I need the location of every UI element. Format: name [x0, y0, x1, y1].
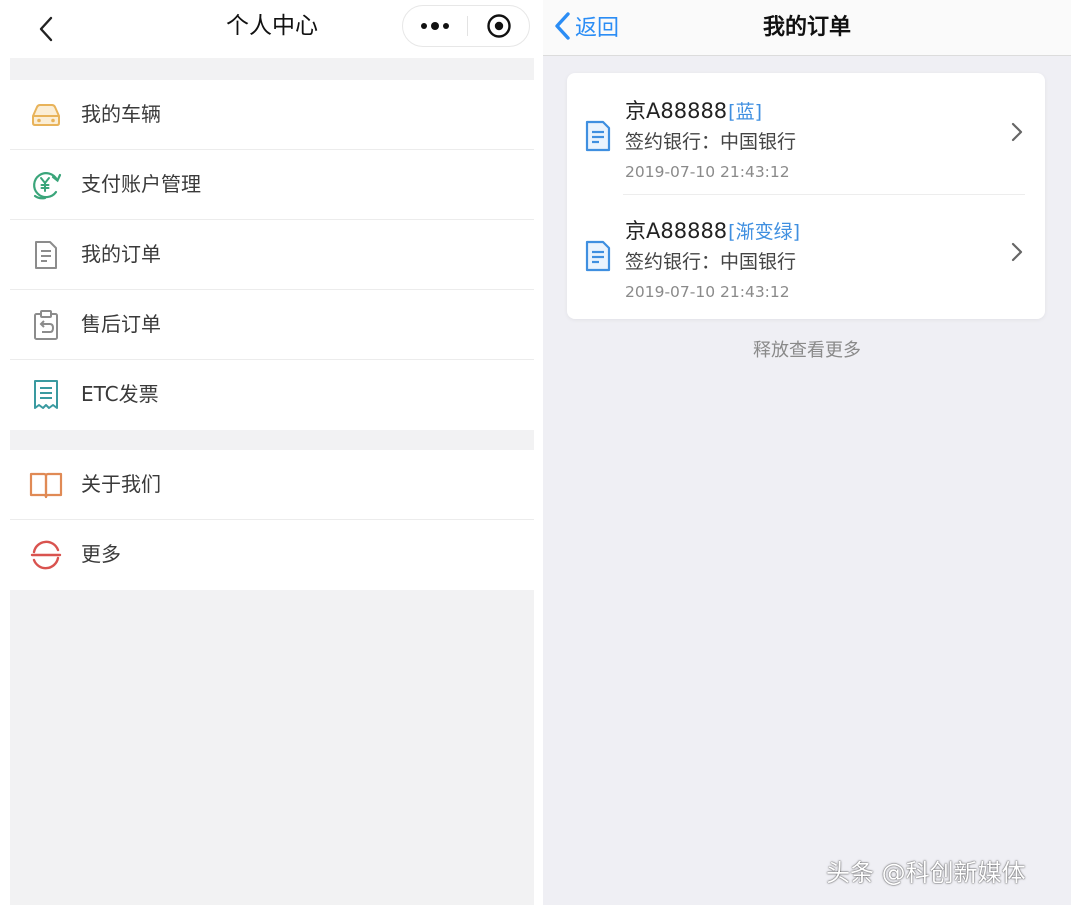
nav-bar: 返回 我的订单	[543, 0, 1071, 56]
chevron-left-icon	[555, 12, 570, 40]
personal-center-screen: 个人中心 我的车辆 支付账户管理 我的订单 售后订单 ETC发票 关于我们 更多	[10, 0, 534, 905]
target-close-icon	[487, 14, 511, 38]
nav-bar: 个人中心	[10, 0, 534, 58]
document-icon	[28, 237, 64, 273]
back-label: 返回	[575, 16, 620, 41]
my-orders-screen: 返回 我的订单 京A88888[蓝] 签约银行：中国银行 2019-07-10 …	[543, 0, 1071, 905]
receipt-icon	[28, 377, 64, 413]
miniprogram-capsule	[402, 5, 530, 47]
order-list-item[interactable]: 京A88888[蓝] 签约银行：中国银行 2019-07-10 21:43:12	[567, 73, 1045, 191]
plate-color-tag: [渐变绿]	[728, 221, 800, 243]
order-time: 2019-07-10 21:43:12	[625, 163, 790, 181]
more-dots-icon	[421, 22, 449, 30]
clipboard-return-icon	[28, 307, 64, 343]
plate-text: 京A88888	[625, 219, 728, 243]
menu-item-label: 更多	[81, 542, 121, 566]
menu-item-after-sale-orders[interactable]: 售后订单	[10, 290, 534, 360]
book-icon	[28, 467, 64, 503]
menu-item-label: 关于我们	[81, 472, 161, 496]
watermark: 头条 @科创新媒体	[826, 859, 1026, 887]
plate-text: 京A88888	[625, 99, 728, 123]
back-button[interactable]: 返回	[553, 6, 619, 46]
menu-item-label: ETC发票	[81, 382, 159, 406]
menu-item-label: 售后订单	[81, 312, 161, 336]
menu-item-my-vehicles[interactable]: 我的车辆	[10, 80, 534, 150]
signed-bank: 签约银行：中国银行	[625, 131, 797, 153]
menu-item-more[interactable]: 更多	[10, 520, 534, 590]
menu-item-etc-invoice[interactable]: ETC发票	[10, 360, 534, 430]
yuan-payment-icon	[28, 167, 64, 203]
menu-item-my-orders[interactable]: 我的订单	[10, 220, 534, 290]
order-list-item[interactable]: 京A88888[渐变绿] 签约银行：中国银行 2019-07-10 21:43:…	[567, 193, 1045, 311]
menu-group-secondary: 关于我们 更多	[10, 450, 534, 590]
page-title: 我的订单	[762, 15, 851, 40]
refresh-icon	[28, 537, 64, 573]
more-options-button[interactable]	[403, 6, 467, 46]
menu-group-main: 我的车辆 支付账户管理 我的订单 售后订单 ETC发票	[10, 80, 534, 430]
menu-item-label: 我的订单	[81, 242, 161, 266]
menu-item-label: 支付账户管理	[81, 172, 201, 196]
orders-card: 京A88888[蓝] 签约银行：中国银行 2019-07-10 21:43:12…	[567, 73, 1045, 319]
order-document-icon	[585, 120, 611, 152]
plate-color-tag: [蓝]	[728, 101, 762, 123]
pull-to-load-more-hint: 释放查看更多	[753, 340, 861, 361]
order-document-icon	[585, 240, 611, 272]
chevron-left-icon	[39, 16, 53, 42]
plate-number: 京A88888[渐变绿]	[625, 215, 800, 245]
back-button[interactable]	[28, 12, 64, 46]
order-time: 2019-07-10 21:43:12	[625, 283, 790, 301]
close-miniprogram-button[interactable]	[468, 6, 530, 46]
menu-item-about-us[interactable]: 关于我们	[10, 450, 534, 520]
signed-bank: 签约银行：中国银行	[625, 251, 797, 273]
plate-number: 京A88888[蓝]	[625, 95, 762, 125]
menu-item-label: 我的车辆	[81, 102, 161, 126]
chevron-right-icon	[1007, 239, 1027, 265]
car-icon	[28, 97, 64, 133]
chevron-right-icon	[1007, 119, 1027, 145]
menu-item-payment-account[interactable]: 支付账户管理	[10, 150, 534, 220]
